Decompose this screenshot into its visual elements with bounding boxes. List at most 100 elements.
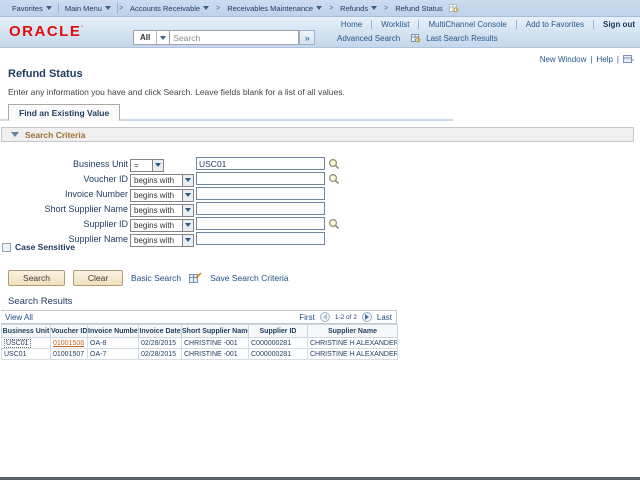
tab-find-existing-value[interactable]: Find an Existing Value <box>8 104 121 121</box>
business-unit-lookup-icon[interactable] <box>328 158 340 170</box>
collapse-triangle-icon <box>11 132 19 137</box>
voucher-id-lookup-icon[interactable] <box>328 173 340 185</box>
personalize-page-icon[interactable] <box>623 54 634 64</box>
col-supplier-name: Supplier Name <box>307 324 398 338</box>
cell-business-unit: USC01 <box>4 338 31 348</box>
table-header-row: Business Unit Voucher ID Invoice Number … <box>1 324 398 338</box>
case-sensitive-row: Case Sensitive <box>2 242 75 252</box>
basic-search-link[interactable]: Basic Search <box>131 273 181 283</box>
divider: | <box>616 54 619 64</box>
page-instructions: Enter any information you have and click… <box>8 87 345 97</box>
chevron-down-icon <box>45 6 52 10</box>
breadcrumb-label: Refunds <box>340 3 369 13</box>
breadcrumb-page-icon <box>448 4 459 13</box>
voucher-id-link[interactable]: 01001508 <box>53 340 84 347</box>
cell-supplier-id: C000000281 <box>248 348 308 360</box>
breadcrumb-label: Main Menu <box>64 3 102 13</box>
header: ORACLE' All » Home Worklist MultiChannel… <box>0 17 640 48</box>
supplier-name-input[interactable] <box>196 232 325 245</box>
breadcrumb-refunds[interactable]: Refunds <box>334 4 383 13</box>
save-search-icon <box>189 272 202 283</box>
breadcrumb-label: Accounts Receivable <box>130 3 201 13</box>
search-scope-value: All <box>140 33 151 42</box>
nav-multichannel-console[interactable]: MultiChannel Console <box>428 20 506 29</box>
search-input[interactable] <box>169 30 300 45</box>
short-supplier-name-input[interactable] <box>196 202 325 215</box>
last-search-results-icon <box>411 34 421 43</box>
cell-supplier-id: C000000281 <box>248 337 308 349</box>
cell-business-unit: USC01 <box>1 348 51 360</box>
voucher-id-input[interactable] <box>196 172 325 185</box>
supplier-id-lookup-icon[interactable] <box>328 218 340 230</box>
pager-range: 1-2 of 2 <box>334 313 357 321</box>
results-table: Business Unit Voucher ID Invoice Number … <box>1 324 398 360</box>
pager-prev-icon[interactable] <box>319 312 330 322</box>
business-unit-input[interactable] <box>196 157 325 170</box>
oracle-logo: ORACLE' <box>9 23 85 40</box>
divider <box>371 20 373 29</box>
pager-next-icon[interactable] <box>361 312 372 322</box>
action-bar: Search Clear Basic Search Save Search Cr… <box>8 270 289 286</box>
col-supplier-id: Supplier ID <box>248 324 308 338</box>
table-row: USC01 01001507 OA-7 02/28/2015 CHRISTINE… <box>1 348 398 360</box>
chevron-down-icon <box>156 31 169 44</box>
last-search-results-link[interactable]: Last Search Results <box>426 34 498 43</box>
help-link[interactable]: Help <box>596 55 612 64</box>
divider <box>418 20 420 29</box>
search-links: Advanced Search Last Search Results <box>337 33 498 43</box>
nav-home[interactable]: Home <box>341 20 362 29</box>
case-sensitive-checkbox[interactable] <box>2 242 11 252</box>
breadcrumb-favorites[interactable]: Favorites <box>6 4 58 13</box>
search-criteria-form: Business Unit = Voucher ID begins with I… <box>0 156 340 247</box>
field-label: Short Supplier Name <box>44 203 128 214</box>
search-scope-select[interactable]: All <box>133 30 170 45</box>
new-window-link[interactable]: New Window <box>540 55 587 64</box>
field-label: Invoice Number <box>64 188 128 199</box>
view-all-link[interactable]: View All <box>5 313 33 322</box>
invoice-number-input[interactable] <box>196 187 325 200</box>
nav-worklist[interactable]: Worklist <box>381 20 409 29</box>
breadcrumb-label: Receivables Maintenance <box>227 3 314 13</box>
chevron-down-icon <box>203 6 210 10</box>
search-criteria-header[interactable]: Search Criteria <box>1 127 634 142</box>
save-search-criteria-link[interactable]: Save Search Criteria <box>210 273 288 283</box>
breadcrumb-main-menu[interactable]: Main Menu <box>59 4 117 13</box>
divider <box>515 20 517 29</box>
breadcrumb-label: Refund Status <box>395 3 443 13</box>
search-button[interactable]: Search <box>8 270 65 286</box>
breadcrumb-receivables-maintenance[interactable]: Receivables Maintenance <box>221 4 328 13</box>
supplier-id-input[interactable] <box>196 217 325 230</box>
search-results-title: Search Results <box>8 296 73 307</box>
case-sensitive-label: Case Sensitive <box>15 242 76 252</box>
pager-first-link[interactable]: First <box>299 313 315 322</box>
cell-invoice-number: OA-7 <box>87 348 139 360</box>
sign-out-link[interactable]: Sign out <box>603 20 635 29</box>
col-voucher-id: Voucher ID <box>50 324 88 338</box>
top-nav: Home Worklist MultiChannel Console Add t… <box>341 20 635 29</box>
pager: First 1-2 of 2 Last <box>299 312 392 322</box>
table-row: USC01 01001508 OA-8 02/28/2015 CHRISTINE… <box>1 337 398 349</box>
page-links: New Window | Help | <box>540 54 634 64</box>
col-invoice-date: Invoice Date <box>138 324 182 338</box>
global-search: All » <box>133 30 316 45</box>
breadcrumb-accounts-receivable[interactable]: Accounts Receivable <box>124 4 215 13</box>
supplier-name-operator-select[interactable]: begins with <box>130 233 194 247</box>
nav-add-to-favorites[interactable]: Add to Favorites <box>526 20 584 29</box>
field-label: Voucher ID <box>83 173 128 184</box>
cell-short-supplier-name: CHRISTINE -001 <box>181 337 249 349</box>
col-invoice-number: Invoice Number <box>87 324 139 338</box>
search-go-button[interactable]: » <box>299 30 316 45</box>
cell-supplier-name: CHRISTINE H ALEXANDER <box>307 348 398 360</box>
chevron-down-icon <box>316 6 323 10</box>
breadcrumb-refund-status: Refund Status <box>389 4 449 13</box>
cell-invoice-number: OA-8 <box>87 337 139 349</box>
clear-button[interactable]: Clear <box>73 270 123 286</box>
chevron-down-icon <box>371 6 378 10</box>
divider: | <box>590 54 593 64</box>
search-criteria-title: Search Criteria <box>25 129 86 140</box>
cell-invoice-date: 02/28/2015 <box>138 337 182 349</box>
pager-last-link[interactable]: Last <box>377 313 392 322</box>
chevron-down-icon <box>104 6 111 10</box>
advanced-search-link[interactable]: Advanced Search <box>337 34 400 43</box>
breadcrumb: Favorites Main Menu > Accounts Receivabl… <box>0 0 640 17</box>
